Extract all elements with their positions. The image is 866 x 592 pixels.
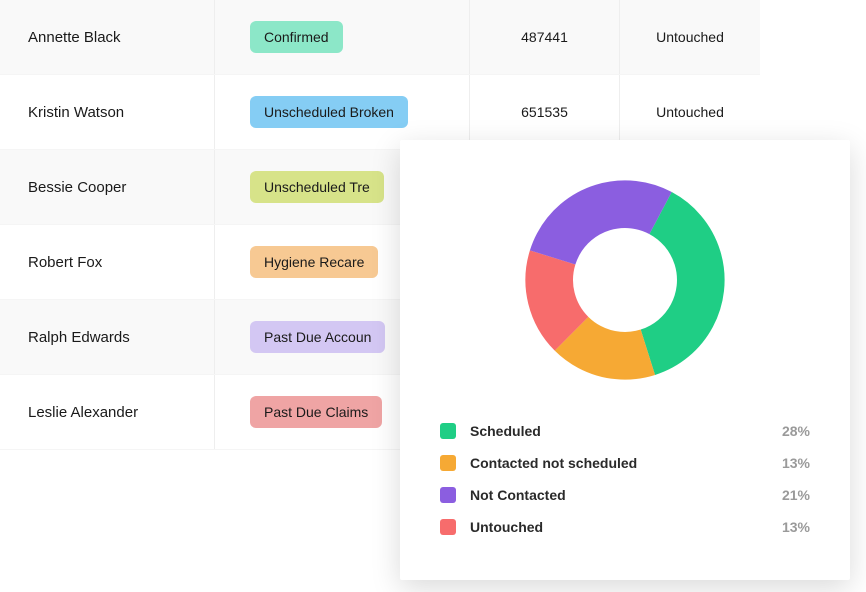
patient-name: Bessie Cooper [0, 150, 215, 224]
legend-item: Contacted not scheduled 13% [440, 447, 810, 479]
id-cell: 651535 [470, 75, 620, 149]
legend-label: Untouched [470, 519, 782, 535]
legend-swatch [440, 423, 456, 439]
legend-value: 21% [782, 487, 810, 503]
legend-item: Not Contacted 21% [440, 479, 810, 511]
legend-value: 13% [782, 455, 810, 471]
id-cell: 487441 [470, 0, 620, 74]
status-badge: Past Due Accoun [250, 321, 385, 353]
legend-swatch [440, 487, 456, 503]
chart-legend: Scheduled 28% Contacted not scheduled 13… [440, 415, 810, 543]
legend-item: Untouched 13% [440, 511, 810, 543]
legend-value: 28% [782, 423, 810, 439]
donut-chart-wrapper [440, 180, 810, 380]
patient-name: Kristin Watson [0, 75, 215, 149]
legend-label: Not Contacted [470, 487, 782, 503]
status-cell: Confirmed [215, 0, 470, 74]
chart-card: Scheduled 28% Contacted not scheduled 13… [400, 140, 850, 580]
patient-name: Leslie Alexander [0, 375, 215, 449]
legend-swatch [440, 519, 456, 535]
status-badge: Unscheduled Tre [250, 171, 384, 203]
status-cell: Unscheduled Broken [215, 75, 470, 149]
patient-name: Robert Fox [0, 225, 215, 299]
patient-name: Ralph Edwards [0, 300, 215, 374]
status-badge: Hygiene Recare [250, 246, 378, 278]
legend-item: Scheduled 28% [440, 415, 810, 447]
status-badge: Confirmed [250, 21, 343, 53]
legend-label: Contacted not scheduled [470, 455, 782, 471]
status-badge: Unscheduled Broken [250, 96, 408, 128]
legend-label: Scheduled [470, 423, 782, 439]
legend-value: 13% [782, 519, 810, 535]
donut-chart [525, 180, 725, 380]
state-cell: Untouched [620, 75, 760, 149]
table-row[interactable]: Annette Black Confirmed 487441 Untouched [0, 0, 760, 75]
table-row[interactable]: Kristin Watson Unscheduled Broken 651535… [0, 75, 760, 150]
legend-swatch [440, 455, 456, 471]
status-badge: Past Due Claims [250, 396, 382, 428]
state-cell: Untouched [620, 0, 760, 74]
patient-name: Annette Black [0, 0, 215, 74]
